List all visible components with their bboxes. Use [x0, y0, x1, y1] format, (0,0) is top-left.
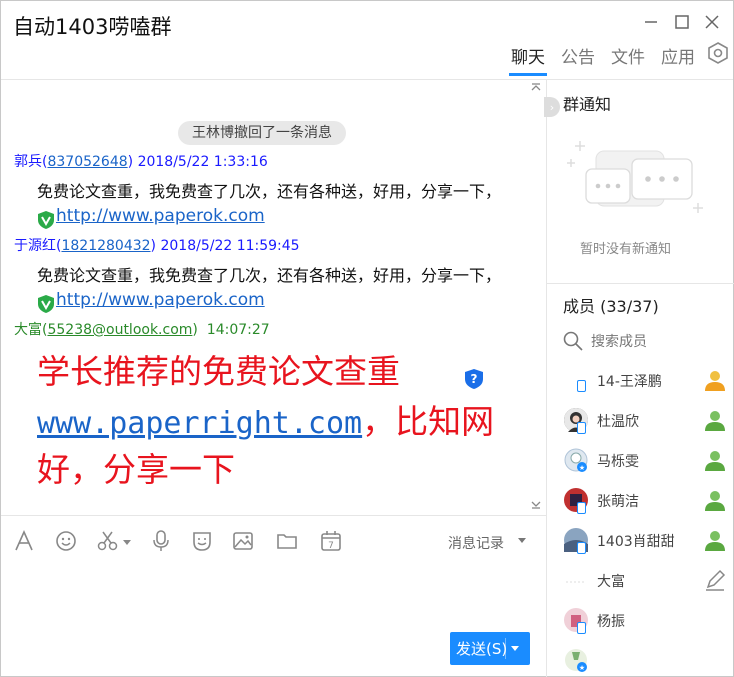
member-item[interactable]: ★	[561, 644, 734, 677]
chat-input-divider	[1, 515, 546, 516]
member-name: 大富	[597, 574, 625, 590]
sender-qq-link[interactable]: 55238@outlook.com	[47, 322, 192, 338]
tab-bar: 聊天 公告 文件 应用	[503, 41, 733, 79]
send-label: 发送(S)	[456, 640, 508, 658]
edit-pencil-icon[interactable]	[704, 568, 726, 592]
scroll-up-icon[interactable]	[530, 82, 542, 95]
mobile-online-icon	[577, 502, 586, 514]
question-shield-icon: ?	[464, 368, 484, 390]
svg-text:?: ?	[471, 372, 478, 386]
big-message-link[interactable]: www.paperright.com	[37, 406, 362, 441]
recall-notice: 王林博撤回了一条消息	[178, 121, 346, 145]
notice-empty-text: 暂时没有新通知	[580, 242, 672, 257]
message-sender: 郭兵(837052648) 2018/5/22 1:33:16	[14, 154, 268, 170]
message-sender: 大富(55238@outlook.com) 14:07:27	[14, 322, 270, 338]
tab-announcement[interactable]: 公告	[553, 41, 603, 76]
sender-name: 于源红	[14, 238, 56, 254]
message-history-button[interactable]: 消息记录	[448, 533, 504, 553]
member-name: 杨振	[597, 614, 625, 630]
members-title: 成员 (33/37)	[563, 297, 659, 316]
member-item[interactable]: 杨振	[561, 604, 734, 640]
member-search-placeholder: 搜索成员	[591, 334, 647, 350]
members-divider	[547, 283, 734, 284]
empty-notice-illustration-icon	[566, 133, 706, 223]
mobile-online-icon	[577, 622, 586, 634]
big-message-suffix: ，比知网	[362, 402, 495, 441]
member-person-icon	[705, 491, 725, 511]
input-toolbar: 7 消息记录	[1, 523, 546, 561]
tab-apps[interactable]: 应用	[653, 41, 703, 76]
member-name: 张萌洁	[597, 494, 639, 510]
emoji-icon[interactable]	[54, 529, 78, 553]
member-name: 1403肖甜甜	[597, 534, 675, 550]
svg-text:7: 7	[328, 541, 334, 551]
big-message-line-3: 好，分享一下	[37, 450, 235, 489]
member-item[interactable]: 大富	[561, 564, 734, 600]
svg-text:★: ★	[579, 464, 585, 472]
search-icon	[563, 331, 583, 351]
avatar: ★	[564, 648, 588, 672]
member-name: 马栎雯	[597, 454, 639, 470]
send-divider	[505, 638, 506, 659]
send-options-chevron-icon[interactable]	[511, 646, 519, 651]
chat-window: 自动1403唠嗑群 聊天 公告 文件 应用 王林博撤回了一条消息 郭兵(8370…	[0, 0, 734, 677]
svg-text:★: ★	[579, 664, 585, 672]
message-time: 2018/5/22 1:33:16	[137, 154, 268, 170]
window-title: 自动1403唠嗑群	[13, 15, 172, 39]
screenshot-scissors-icon[interactable]	[96, 529, 132, 553]
chat-messages[interactable]: 王林博撤回了一条消息 郭兵(837052648) 2018/5/22 1:33:…	[1, 80, 546, 515]
side-panel-divider	[546, 80, 547, 677]
sender-qq-link[interactable]: 837052648	[47, 154, 127, 170]
big-message-line-2: www.paperright.com，比知网	[37, 395, 494, 443]
member-name: 14-王泽鹏	[597, 374, 662, 390]
tab-chat[interactable]: 聊天	[503, 41, 553, 76]
settings-hex-icon[interactable]	[703, 41, 733, 65]
send-button[interactable]: 发送(S)	[450, 632, 530, 665]
message-link[interactable]: http://www.paperok.com	[56, 290, 265, 310]
maximize-icon[interactable]	[671, 11, 693, 33]
folder-icon[interactable]	[275, 529, 299, 553]
sender-qq-link[interactable]: 1821280432	[61, 238, 150, 254]
collapse-panel-icon[interactable]: ›	[544, 97, 560, 117]
tab-files[interactable]: 文件	[603, 41, 653, 76]
mobile-online-icon	[577, 422, 586, 434]
member-person-icon	[705, 451, 725, 471]
image-icon[interactable]	[231, 529, 255, 553]
avatar: ★	[564, 448, 588, 472]
avatar	[564, 568, 588, 592]
big-message-line-1: 学长推荐的免费论文查重	[37, 352, 400, 391]
member-person-icon	[705, 531, 725, 551]
message-time: 14:07:27	[206, 322, 270, 338]
member-search[interactable]: 搜索成员	[563, 330, 647, 352]
group-notice-title: 群通知	[563, 95, 612, 114]
calendar-icon[interactable]: 7	[319, 529, 343, 553]
sender-name: 大富	[14, 322, 42, 338]
minimize-icon[interactable]	[640, 11, 662, 33]
message-text: 免费论文查重，我免费查了几次，还有各种送，好用，分享一下，	[37, 266, 502, 285]
sender-name: 郭兵	[14, 154, 42, 170]
member-item[interactable]: 张萌洁	[561, 484, 734, 520]
message-link[interactable]: http://www.paperok.com	[56, 206, 265, 226]
mobile-online-icon	[577, 380, 586, 392]
font-icon[interactable]	[12, 529, 36, 553]
message-time: 2018/5/22 11:59:45	[160, 238, 300, 254]
member-item[interactable]: 杜温欣	[561, 404, 734, 440]
member-person-icon	[705, 371, 725, 391]
member-item[interactable]: ★ 马栎雯	[561, 444, 734, 480]
member-item[interactable]: 14-王泽鹏	[561, 364, 734, 400]
sticker-icon[interactable]	[190, 529, 214, 553]
member-name: 杜温欣	[597, 414, 639, 430]
member-person-icon	[705, 411, 725, 431]
chevron-down-icon[interactable]	[518, 538, 526, 543]
member-item[interactable]: 1403肖甜甜	[561, 524, 734, 560]
microphone-icon[interactable]	[149, 529, 173, 553]
close-icon[interactable]	[701, 11, 723, 33]
scroll-down-icon[interactable]	[530, 500, 542, 513]
verified-shield-icon	[37, 294, 55, 314]
message-text: 免费论文查重，我免费查了几次，还有各种送，好用，分享一下，	[37, 182, 502, 201]
mobile-online-icon	[577, 542, 586, 554]
message-sender: 于源红(1821280432) 2018/5/22 11:59:45	[14, 238, 300, 254]
verified-shield-icon	[37, 210, 55, 230]
